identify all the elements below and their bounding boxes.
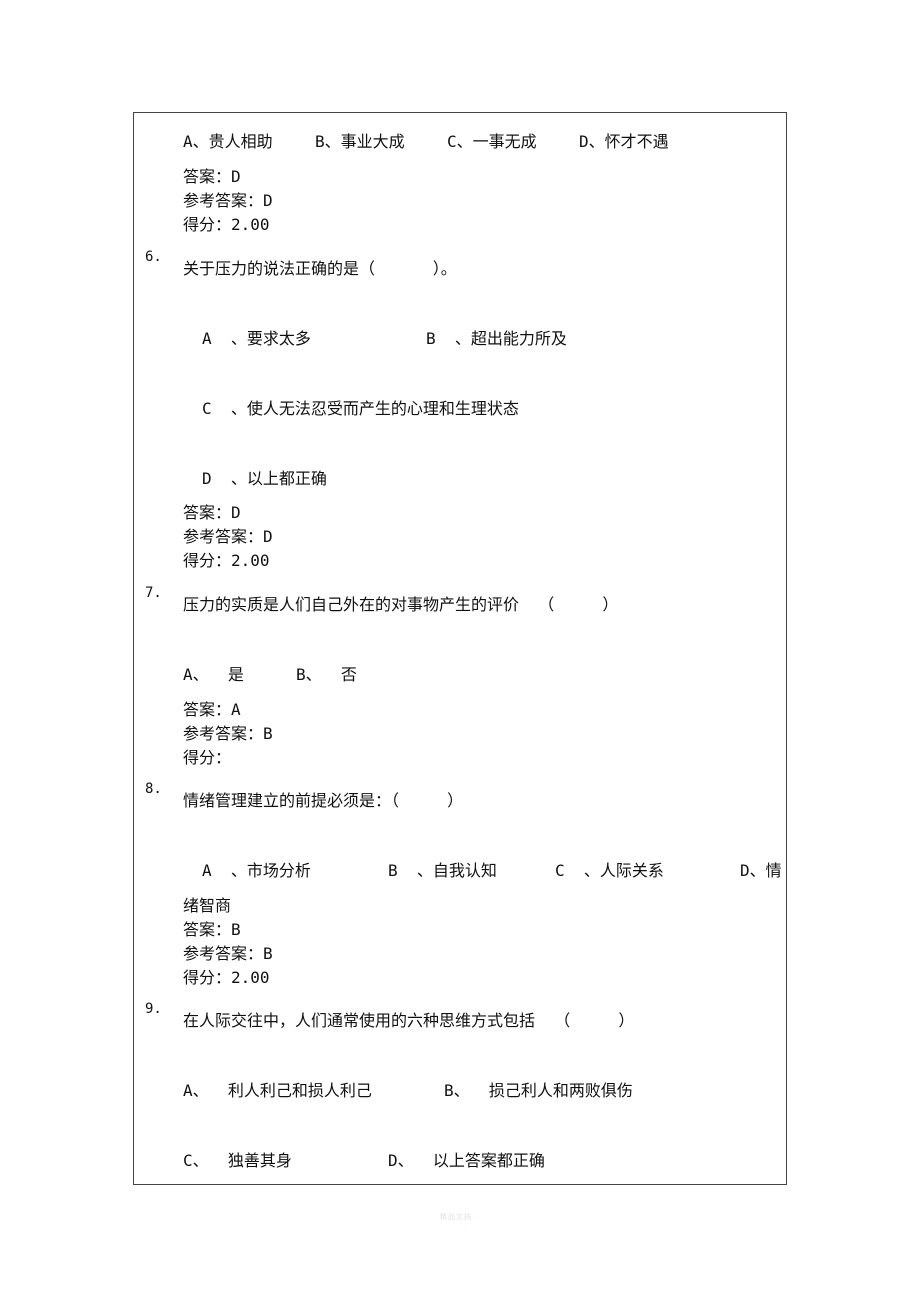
q6-option-c: C 、使人无法忍受而产生的心理和生理状态 — [202, 399, 519, 418]
q8-score: 得分：2.00 — [183, 968, 270, 987]
q5-reference-answer: 参考答案：D — [183, 191, 273, 210]
q7-reference-answer: 参考答案：B — [183, 724, 273, 743]
q5-option-d: D、怀才不遇 — [579, 132, 669, 151]
q5-answer: 答案：D — [183, 167, 241, 186]
watermark: 精品文档 — [440, 1213, 472, 1221]
q6-option-b: B 、超出能力所及 — [426, 329, 567, 348]
q6-question: 关于压力的说法正确的是（ ）。 — [183, 259, 457, 278]
q8-option-d-wrap: 绪智商 — [183, 896, 232, 915]
q5-option-c: C、一事无成 — [447, 132, 537, 151]
q8-answer: 答案：B — [183, 920, 241, 939]
q8-option-c: C 、人际关系 — [555, 861, 664, 880]
q7-answer: 答案：A — [183, 700, 241, 719]
q8-option-a: A 、市场分析 — [202, 861, 311, 880]
q6-score: 得分：2.00 — [183, 551, 270, 570]
q6-option-a: A 、要求太多 — [202, 329, 311, 348]
q6-answer: 答案：D — [183, 503, 241, 522]
q8-option-d: D、情 — [740, 862, 782, 880]
q9-option-c: C、 独善其身 — [183, 1151, 292, 1170]
q9-question: 在人际交往中，人们通常使用的六种思维方式包括 （ ） — [183, 1011, 635, 1030]
q6-option-d: D 、以上都正确 — [202, 469, 327, 488]
q7-option-a: A、 是 — [183, 665, 244, 684]
q8-reference-answer: 参考答案：B — [183, 944, 273, 963]
q7-question: 压力的实质是人们自己外在的对事物产生的评价 （ ） — [183, 595, 619, 614]
q7-number: 7. — [145, 585, 162, 601]
q6-reference-answer: 参考答案：D — [183, 527, 273, 546]
q6-number: 6. — [145, 249, 162, 265]
q9-option-a: A、 利人利己和损人利己 — [183, 1081, 372, 1100]
q9-option-b: B、 损己利人和两败俱伤 — [444, 1081, 633, 1100]
q7-option-b: B、 否 — [296, 665, 357, 684]
q8-number: 8. — [145, 781, 162, 797]
q7-score: 得分： — [183, 748, 232, 767]
q9-number: 9. — [145, 1001, 162, 1017]
q8-question: 情绪管理建立的前提必须是：（ ） — [183, 791, 464, 810]
q8-option-b: B 、自我认知 — [388, 861, 497, 880]
q5-option-a: A、贵人相助 — [183, 132, 273, 151]
q9-option-d: D、 以上答案都正确 — [388, 1151, 545, 1170]
q5-option-b: B、事业大成 — [315, 132, 405, 151]
q5-score: 得分：2.00 — [183, 215, 270, 234]
